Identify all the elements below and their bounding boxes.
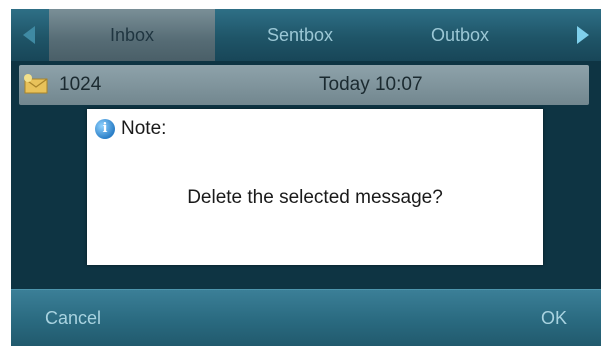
tab-sentbox[interactable]: Sentbox: [225, 9, 375, 61]
dialog-title: Note:: [121, 118, 167, 139]
message-sender: 1024: [59, 74, 102, 95]
cancel-button[interactable]: Cancel: [45, 290, 101, 346]
tab-inbox[interactable]: Inbox: [49, 9, 215, 61]
ok-button[interactable]: OK: [541, 290, 567, 346]
phone-frame: Inbox Sentbox Outbox 1024 Today 10:07 i …: [0, 0, 606, 349]
note-dialog: i Note: Delete the selected message?: [87, 109, 543, 265]
tab-bar: Inbox Sentbox Outbox: [11, 9, 601, 61]
arrow-left-icon[interactable]: [23, 26, 35, 44]
dialog-message: Delete the selected message?: [187, 187, 443, 208]
arrow-right-icon[interactable]: [577, 26, 589, 44]
envelope-icon: [24, 74, 48, 94]
softkey-bar: Cancel OK: [11, 289, 601, 346]
message-time: Today 10:07: [319, 74, 423, 95]
phone-screen: Inbox Sentbox Outbox 1024 Today 10:07 i …: [11, 9, 601, 346]
tab-outbox[interactable]: Outbox: [385, 9, 535, 61]
message-row[interactable]: 1024 Today 10:07: [19, 65, 589, 105]
info-icon: i: [95, 119, 115, 139]
